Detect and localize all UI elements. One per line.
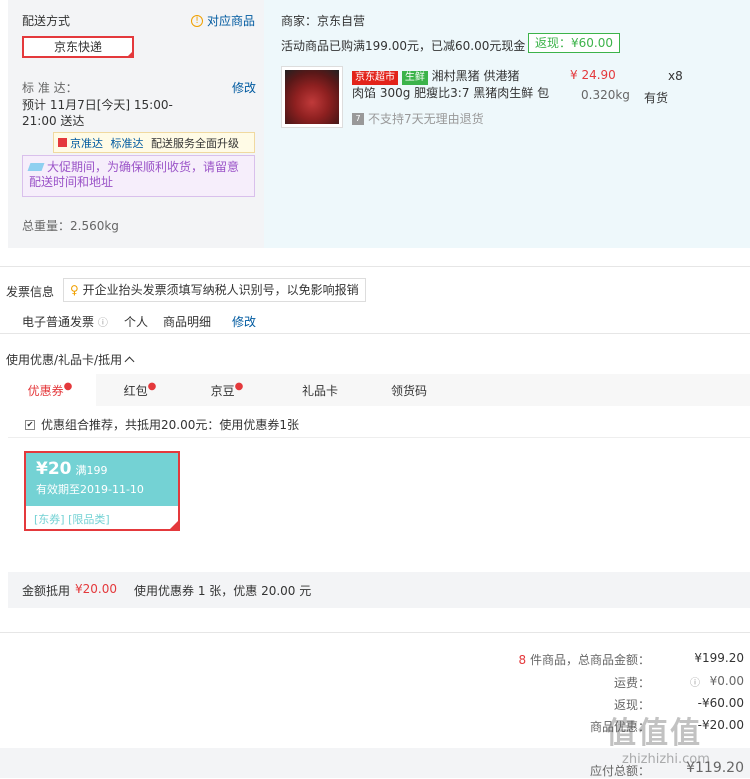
freight-label: 运费： [613,676,650,690]
product-qty: x8 [668,69,683,83]
chevron-up-icon [124,356,135,367]
watermark-logo: 值值值 [606,708,702,752]
invoice-title: 发票信息 [6,285,55,299]
std-label: 标 准 达： [22,81,78,95]
coupon-card[interactable]: ¥20 满199 有效期至2019-11-10 [东券] [限品类] [24,451,180,531]
eta-line1: 预计 11月7日[今天] 15:00- [22,98,173,112]
coupon-top: ¥20 满199 有效期至2019-11-10 [26,453,178,506]
tab-pickup-code[interactable]: 领货码 [379,382,439,399]
goods-amount: ¥199.20 [694,651,744,665]
help-icon[interactable]: ⓘ [98,318,108,329]
divider [8,437,750,438]
invoice-holder: 个人 [124,315,149,329]
discount-toggle[interactable]: 使用优惠/礼品卡/抵用 [6,351,135,368]
total-count-row: 8 件商品，总商品金额： [518,653,650,667]
coupon-amount: ¥20 [36,459,72,479]
info-icon: ! [191,14,203,27]
tag-fresh: 生鲜 [401,71,428,85]
combo-checkbox[interactable]: ✔ [25,419,35,430]
coupon-cond: 满199 [75,464,108,477]
watermark-logo-icon: 值值值 [606,716,702,751]
freight-amount: ¥0.00 [709,674,744,688]
summary-text: 使用优惠券 1 张，优惠 20.00 元 [134,584,312,598]
tab-coupon[interactable]: 优惠券● [20,382,80,399]
watermark-text: zhizhizhi.com [622,752,710,767]
total-weight: 总重量：2.560kg [22,219,119,233]
coupon-discount-amount: -¥20.00 [697,718,744,732]
promo-text: 活动商品已购满199.00元，已减60.00元现金 [281,39,526,53]
tab-jingdou[interactable]: 京豆● [197,382,257,399]
divider [0,266,750,267]
invoice-tip: ♀ 开企业抬头发票须填写纳税人识别号，以免影响报销 [63,278,366,302]
pork-image [285,70,339,124]
promo-tip: 大促期间，为确保顺利收货，请留意配送时间和地址 [22,155,255,197]
summary-label: 金额抵用 [22,584,71,598]
shipping-title: 配送方式 [22,14,71,28]
combo-recommend: ✔ 优惠组合推荐，共抵用20.00元：使用优惠券1张 [25,418,299,432]
cashback-amount: -¥60.00 [697,696,744,710]
tab-giftcard[interactable]: 礼品卡 [290,382,350,399]
coupon-expiry: 有效期至2019-11-10 [36,483,144,496]
flag-icon [27,163,45,171]
selected-corner-icon [126,50,134,58]
jzd-icon [58,138,67,147]
product-title[interactable]: 京东超市 生鲜 湘村黑猪 供港猪 肉馅 300g 肥瘦比3:7 黑猪肉生鲜 包 [352,68,560,102]
no-return-note: 7 不支持7天无理由退货 [352,110,484,127]
eta-modify-link[interactable]: 修改 [232,79,256,96]
lightbulb-icon: ♀ [70,283,79,297]
upgrade-banner: 京准达 标准达 配送服务全面升级 [53,132,255,153]
summary-amount: ¥20.00 [75,582,117,596]
divider [0,632,750,633]
freight-help-icon[interactable]: ⓘ [690,674,700,689]
tag-jd-market: 京东超市 [352,71,398,85]
tab-redpacket[interactable]: 红包● [110,382,170,399]
product-weight: 0.320kg [581,88,630,102]
no-return-icon: 7 [352,112,364,125]
seller-name: 商家：京东自营 [281,14,366,28]
discount-summary [8,572,750,608]
product-price: ¥ 24.90 [570,68,616,82]
product-image[interactable] [281,66,343,128]
shipping-method-option[interactable]: 京东快递 [22,36,134,58]
invoice-type: 电子普通发票 ⓘ [22,315,108,329]
divider [0,333,750,334]
product-stock: 有货 [644,91,669,105]
coupon-selected-icon [168,519,180,531]
eta-line2: 21:00 送达 [22,114,85,128]
invoice-modify-link[interactable]: 修改 [232,313,256,330]
coupon-tags: [东券] [限品类] [34,513,110,526]
invoice-content: 商品明细 [163,315,212,329]
corr-goods-link[interactable]: ! 对应商品 [191,12,255,29]
cashback-badge: 返现：¥60.00 [528,33,620,53]
